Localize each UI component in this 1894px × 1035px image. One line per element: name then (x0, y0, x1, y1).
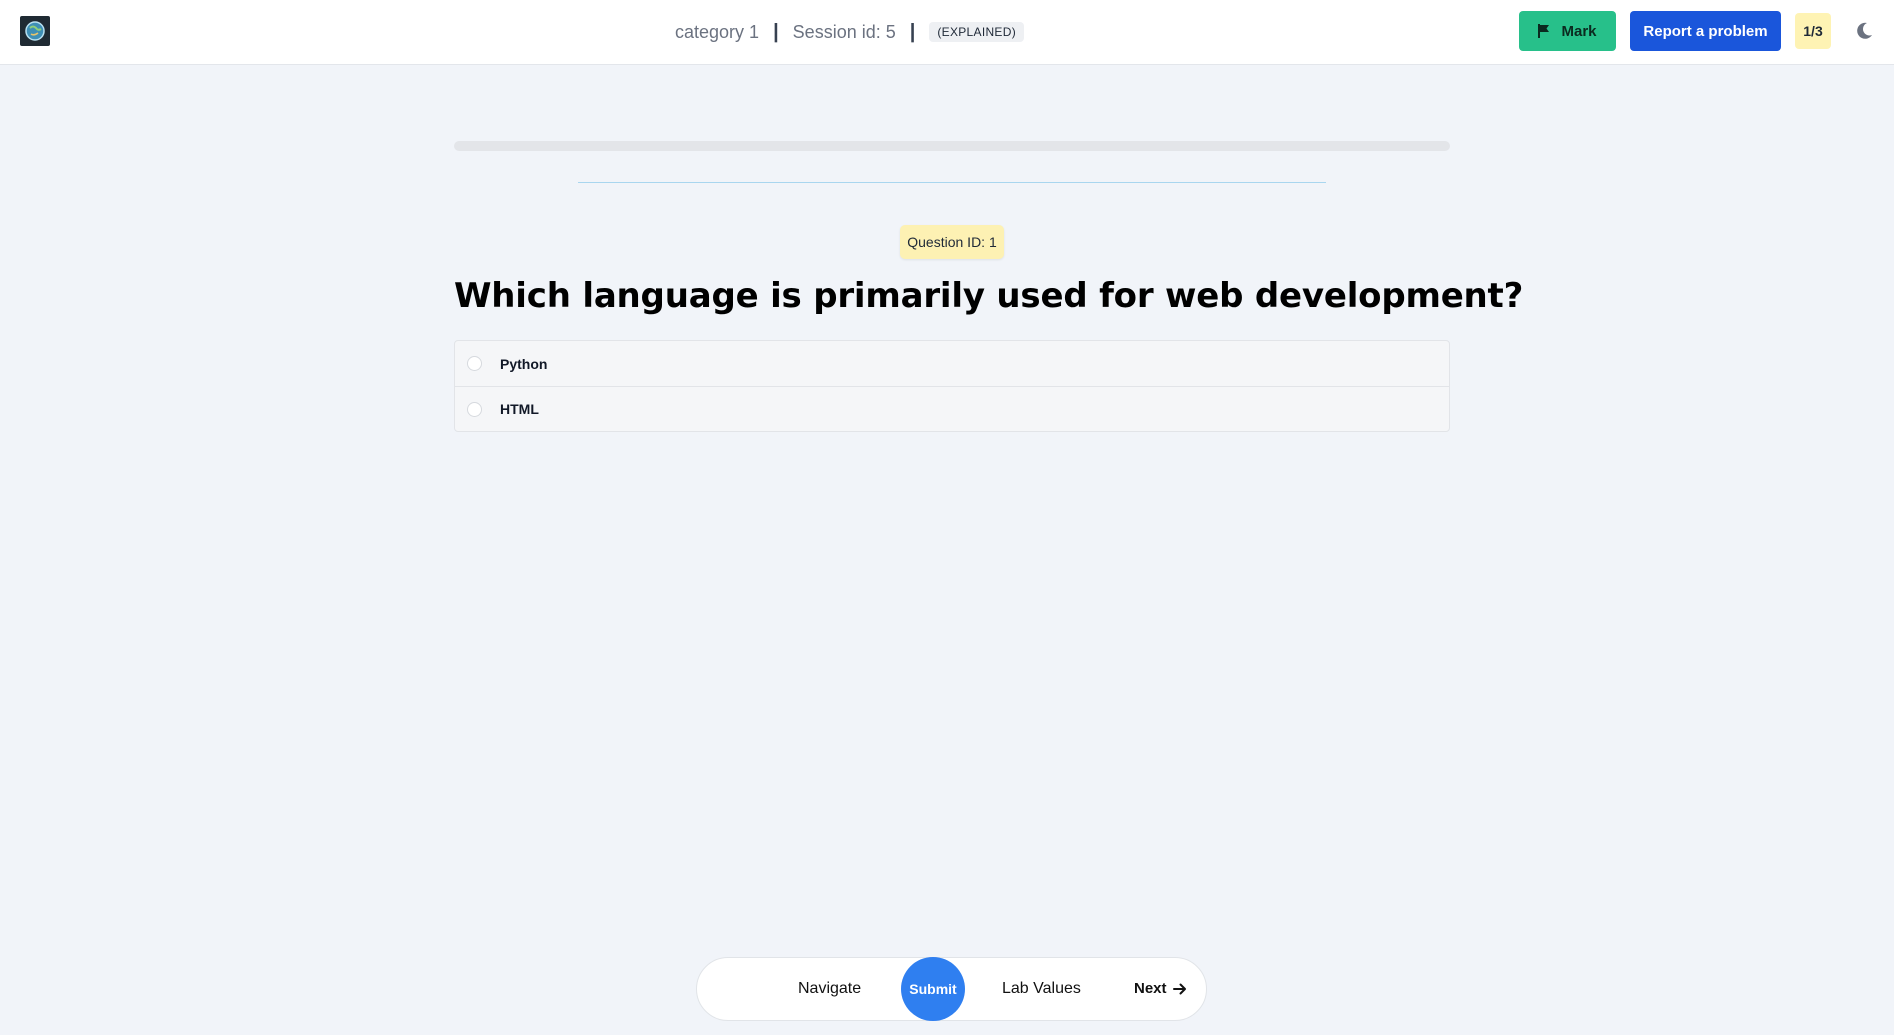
app-logo-icon[interactable] (20, 16, 50, 46)
mode-badge: (EXPLAINED) (929, 22, 1024, 42)
mark-button[interactable]: Mark (1519, 11, 1616, 51)
question-id-badge: Question ID: 1 (900, 225, 1004, 259)
next-button-label: Next (1134, 980, 1167, 997)
lab-values-button[interactable]: Lab Values (1002, 980, 1081, 998)
answer-options: Python HTML (454, 340, 1450, 432)
report-problem-button[interactable]: Report a problem (1630, 11, 1781, 51)
section-divider (578, 182, 1326, 183)
radio-button[interactable] (467, 356, 482, 371)
session-label: Session id: 5 (792, 21, 896, 42)
flag-icon (1538, 24, 1550, 38)
mark-button-label: Mark (1561, 22, 1597, 40)
question-counter: 1/3 (1795, 13, 1831, 49)
answer-option-label: Python (500, 355, 548, 372)
question-text: Which language is primarily used for web… (454, 276, 1524, 316)
progress-bar (454, 141, 1450, 151)
next-button[interactable]: Next (1134, 980, 1187, 997)
breadcrumb-separator: | (909, 20, 916, 43)
moon-icon[interactable] (1854, 21, 1874, 41)
top-bar: category 1 | Session id: 5 | (EXPLAINED)… (0, 0, 1894, 65)
answer-option-python[interactable]: Python (455, 341, 1449, 386)
arrow-right-icon (1172, 983, 1186, 994)
session-breadcrumb: category 1 | Session id: 5 | (EXPLAINED) (675, 20, 1024, 44)
answer-option-html[interactable]: HTML (455, 386, 1449, 431)
navigate-button[interactable]: Navigate (798, 980, 861, 998)
radio-button[interactable] (467, 401, 482, 417)
bottom-navigation-bar: Navigate Submit Lab Values Next (696, 957, 1207, 1021)
category-label: category 1 (675, 21, 760, 42)
answer-option-label: HTML (500, 401, 539, 417)
breadcrumb-separator: | (773, 20, 779, 43)
submit-button[interactable]: Submit (901, 957, 965, 1021)
